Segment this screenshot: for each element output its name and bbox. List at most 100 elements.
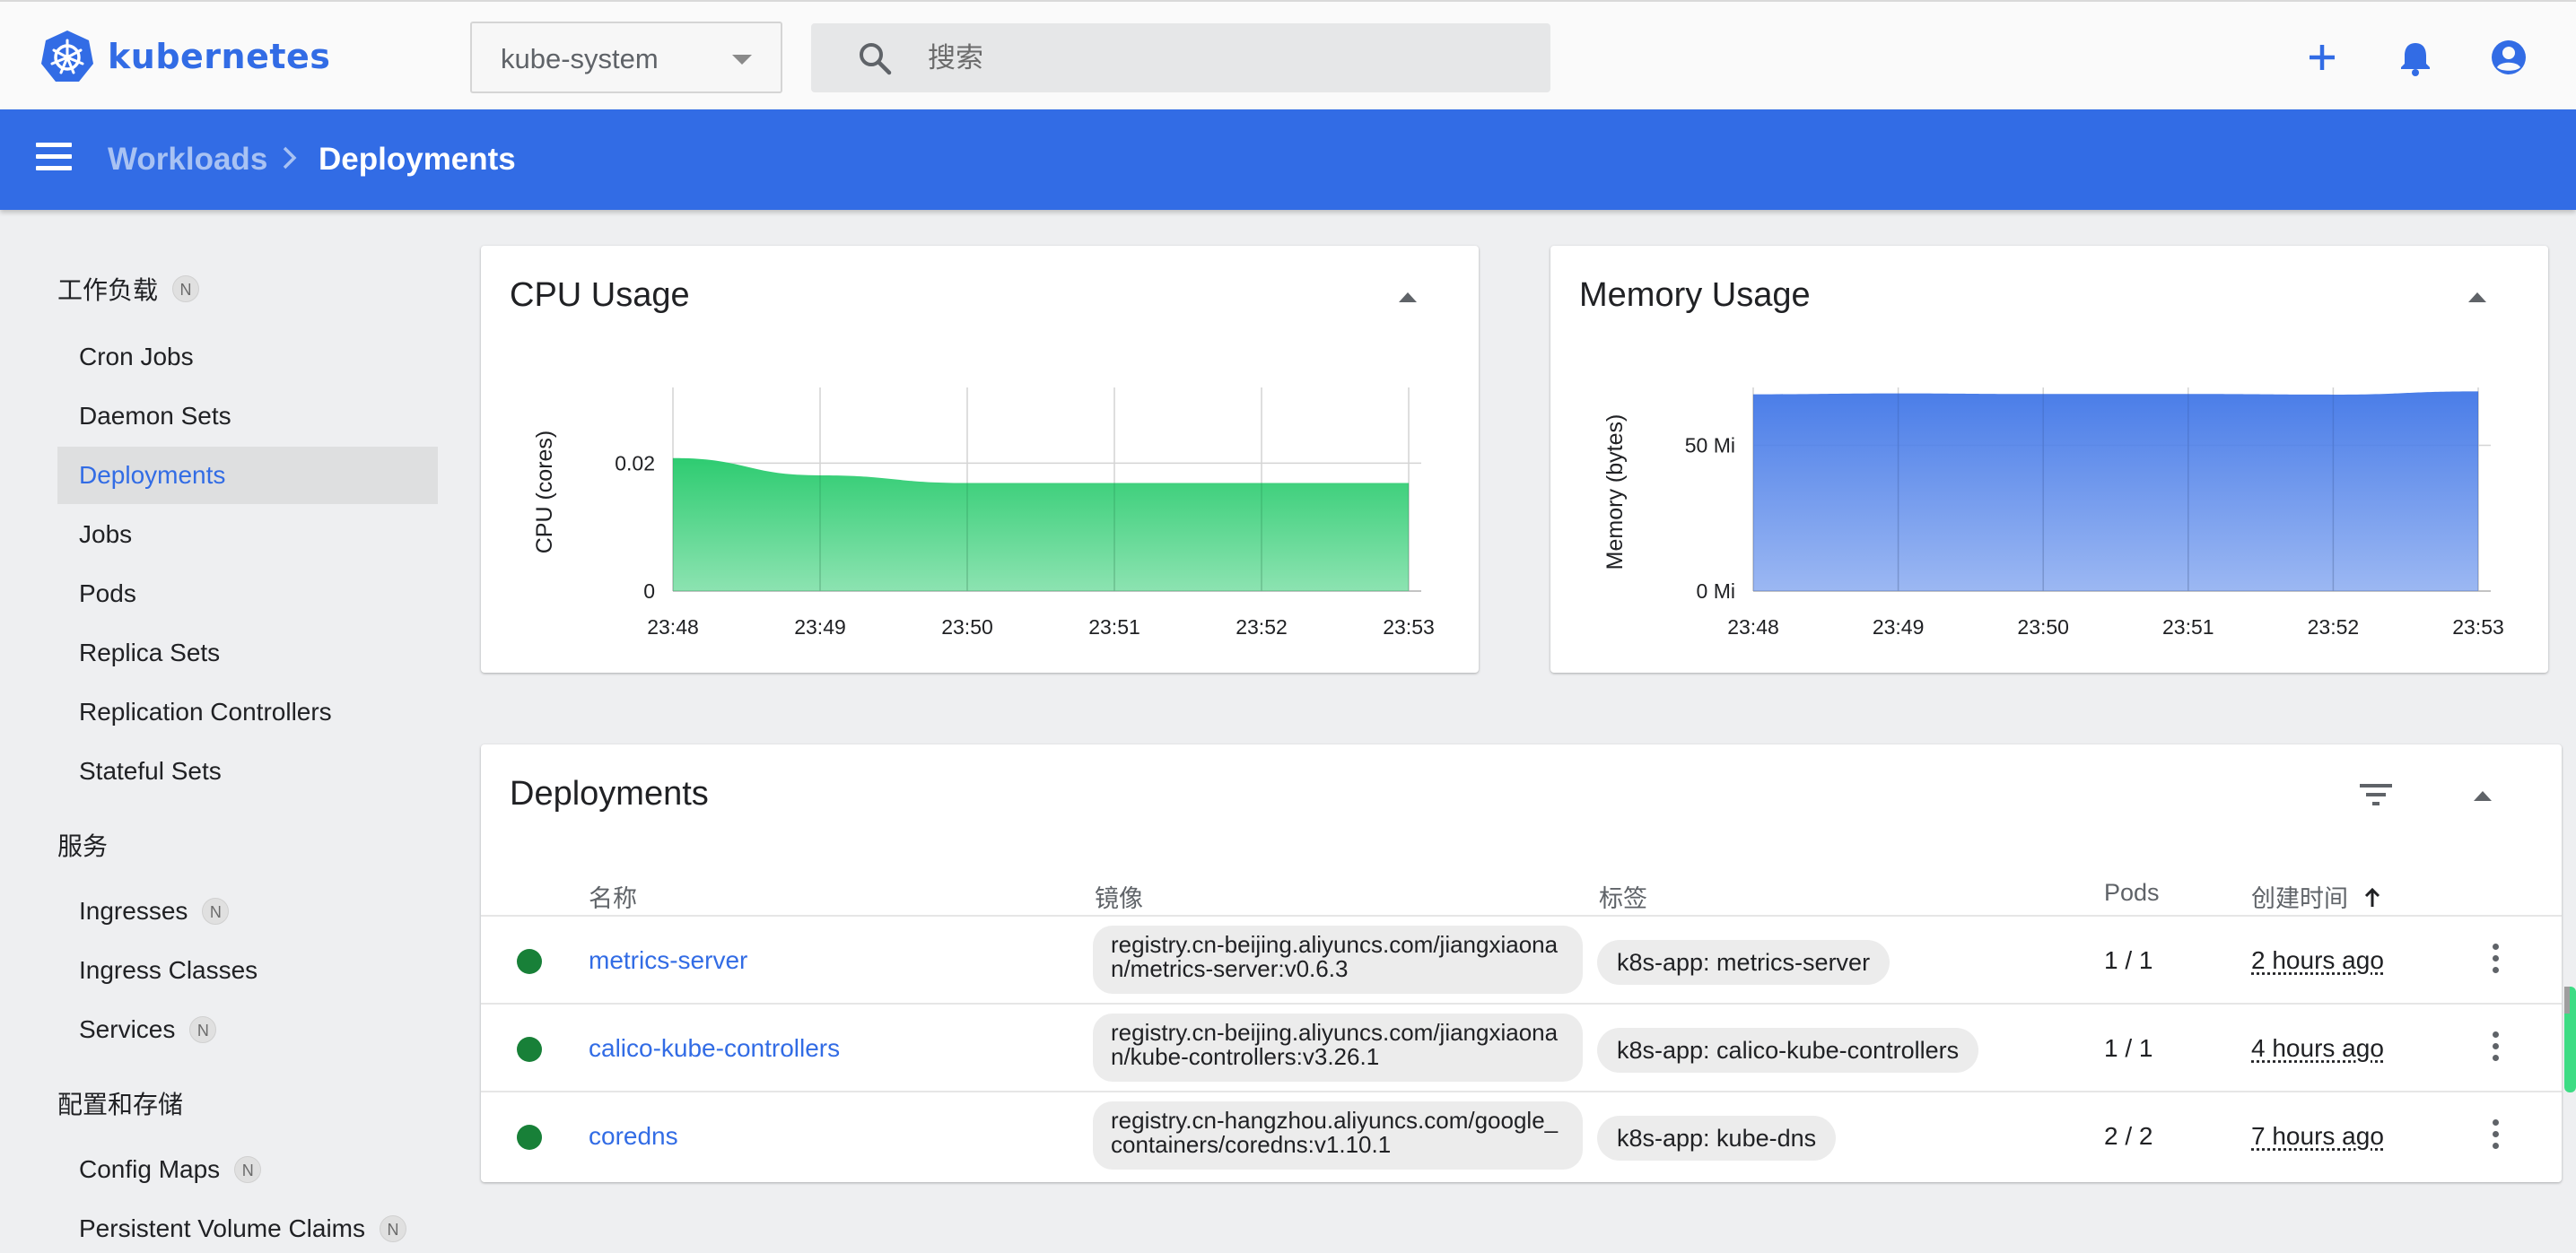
table-row[interactable]: calico-kube-controllers registry.cn-beij… <box>481 1003 2562 1091</box>
memory-usage-card: Memory Usage 0 Mi 50 Mi 23:48 23:49 23:50 23:… <box>1550 246 2548 673</box>
sidebar-item-stateful-sets[interactable]: Stateful Sets <box>57 743 438 800</box>
label-chip: k8s-app: metrics-server <box>1597 940 1891 985</box>
table-row[interactable]: coredns registry.cn-hangzhou.aliyuncs.co… <box>481 1091 2562 1179</box>
sidebar-section-title: 配置和存储 <box>57 1091 184 1118</box>
column-header-image: 镜像 <box>1095 885 1143 912</box>
image-chip: registry.cn-beijing.aliyuncs.com/jiangxi… <box>1093 926 1583 994</box>
x-tick-label: 23:52 <box>1236 615 1288 639</box>
sidebar-item-deployments[interactable]: Deployments <box>57 447 438 504</box>
label-chip: k8s-app: calico-kube-controllers <box>1597 1028 1979 1073</box>
column-header-name[interactable]: 名称 <box>589 879 637 914</box>
created-time: 7 hours ago <box>2251 1122 2384 1150</box>
deployment-name-link[interactable]: calico-kube-controllers <box>589 1034 840 1063</box>
sidebar-item-replication-controllers[interactable]: Replication Controllers <box>57 683 438 741</box>
sidebar-section-services[interactable]: 服务 <box>57 827 108 863</box>
sidebar-item-persistent-volume-claims[interactable]: Persistent Volume Claims N <box>57 1200 438 1253</box>
cpu-usage-chart: 0 0.02 23:48 23:49 23:50 23:51 23:52 23:53 CPU (… <box>532 387 1435 639</box>
x-tick-label: 23:48 <box>647 615 699 639</box>
pods-count: 1 / 1 <box>2104 1034 2153 1062</box>
running-status-icon <box>517 949 542 974</box>
sidebar-item-pods[interactable]: Pods <box>57 565 438 622</box>
notifications-bell-icon[interactable] <box>2394 36 2437 79</box>
namespaced-badge: N <box>189 1016 217 1043</box>
sidebar-item-label: Ingresses <box>79 897 188 925</box>
column-header-created[interactable]: 创建时间 <box>2251 879 2382 914</box>
deployment-name-link[interactable]: coredns <box>589 1122 678 1151</box>
y-tick-label: 50 Mi <box>1685 434 1735 457</box>
search-bar[interactable] <box>811 23 1550 92</box>
search-icon <box>860 43 892 75</box>
y-tick-label: 0.02 <box>615 451 655 474</box>
sidebar-section-workloads[interactable]: 工作负载 N <box>57 271 200 307</box>
more-vert-icon[interactable] <box>2488 944 2502 979</box>
column-header-labels: 标签 <box>1599 885 1647 912</box>
collapse-icon[interactable] <box>2474 791 2492 801</box>
deployments-table-card: Deployments 名称 镜像 标签 Pods 创建时间 metrics-s… <box>481 744 2562 1182</box>
x-tick-label: 23:48 <box>1727 615 1779 639</box>
image-chip: registry.cn-beijing.aliyuncs.com/jiangxi… <box>1093 1014 1583 1082</box>
sidebar-item-ingress-classes[interactable]: Ingress Classes <box>57 942 438 999</box>
y-tick-label: 0 Mi <box>1697 579 1735 603</box>
created-time: 2 hours ago <box>2251 946 2384 974</box>
x-tick-label: 23:50 <box>2017 615 2069 639</box>
x-tick-label: 23:51 <box>1088 615 1140 639</box>
sidebar-item-config-maps[interactable]: Config Maps N <box>57 1141 438 1198</box>
chevron-right-icon <box>283 146 297 170</box>
table-row[interactable]: metrics-server registry.cn-beijing.aliyu… <box>481 915 2562 1003</box>
x-tick-label: 23:53 <box>1383 615 1435 639</box>
sidebar-item-daemon-sets[interactable]: Daemon Sets <box>57 387 438 445</box>
x-tick-label: 23:49 <box>794 615 846 639</box>
running-status-icon <box>517 1037 542 1062</box>
x-tick-label: 23:49 <box>1873 615 1925 639</box>
sidebar-item-label: Config Maps <box>79 1155 221 1183</box>
sidebar-item-ingresses[interactable]: Ingresses N <box>57 883 438 940</box>
x-tick-label: 23:53 <box>2452 615 2504 639</box>
sidebar-item-replica-sets[interactable]: Replica Sets <box>57 624 438 682</box>
column-header-pods: Pods <box>2104 879 2160 906</box>
scrollbar-marker <box>2564 987 2570 1014</box>
account-avatar-icon[interactable] <box>2487 36 2530 79</box>
x-tick-label: 23:51 <box>2162 615 2214 639</box>
filter-icon[interactable] <box>2358 780 2394 809</box>
sidebar-item-cron-jobs[interactable]: Cron Jobs <box>57 328 438 386</box>
y-tick-label: 0 <box>643 579 655 603</box>
sidebar-item-label: Ingress Classes <box>79 956 258 984</box>
add-icon[interactable] <box>2301 36 2344 79</box>
sidebar-item-services[interactable]: Services N <box>57 1001 438 1058</box>
deployment-name-link[interactable]: metrics-server <box>589 946 747 975</box>
more-vert-icon[interactable] <box>2488 1119 2502 1155</box>
kubernetes-logo[interactable]: kubernetes <box>39 29 330 84</box>
image-chip: registry.cn-hangzhou.aliyuncs.com/google… <box>1093 1101 1583 1170</box>
more-vert-icon[interactable] <box>2488 1031 2502 1067</box>
sidebar-section-title: 工作负载 <box>57 276 159 304</box>
deployments-card-title: Deployments <box>510 775 709 813</box>
pods-count: 1 / 1 <box>2104 946 2153 974</box>
namespace-selector[interactable]: kube-system <box>470 22 782 93</box>
breadcrumb-bar: Workloads Deployments <box>0 109 2576 210</box>
running-status-icon <box>517 1125 542 1150</box>
series-area <box>1753 391 2478 591</box>
kubernetes-wheel-icon <box>41 30 93 82</box>
sidebar-section-config-storage[interactable]: 配置和存储 <box>57 1085 183 1121</box>
sidebar-item-jobs[interactable]: Jobs <box>57 506 438 563</box>
sort-ascending-arrow-icon <box>2364 887 2380 907</box>
sidebar-section-title: 服务 <box>57 832 109 860</box>
pods-count: 2 / 2 <box>2104 1122 2153 1150</box>
menu-icon[interactable] <box>36 143 79 177</box>
namespaced-badge: N <box>172 275 200 302</box>
cpu-usage-card: CPU Usage 0 0.02 23:48 23:49 23:50 23:51 23:52… <box>481 246 1479 673</box>
breadcrumb-workloads[interactable]: Workloads <box>108 142 267 178</box>
y-axis-title: CPU (cores) <box>532 431 557 554</box>
top-toolbar: kubernetes kube-system <box>0 0 2576 109</box>
column-header-created-label: 创建时间 <box>2251 885 2348 912</box>
series-area <box>673 457 1409 591</box>
created-time: 4 hours ago <box>2251 1034 2384 1062</box>
breadcrumb-current: Deployments <box>319 142 516 177</box>
sidebar: 工作负载 N Cron Jobs Daemon Sets Deployments… <box>0 210 467 1253</box>
namespaced-badge: N <box>234 1156 262 1183</box>
logo-text: kubernetes <box>108 37 331 76</box>
namespaced-badge: N <box>202 898 230 925</box>
sidebar-item-label: Services <box>79 1015 176 1043</box>
y-axis-title: Memory (bytes) <box>1602 414 1628 570</box>
search-input[interactable] <box>928 36 1520 81</box>
